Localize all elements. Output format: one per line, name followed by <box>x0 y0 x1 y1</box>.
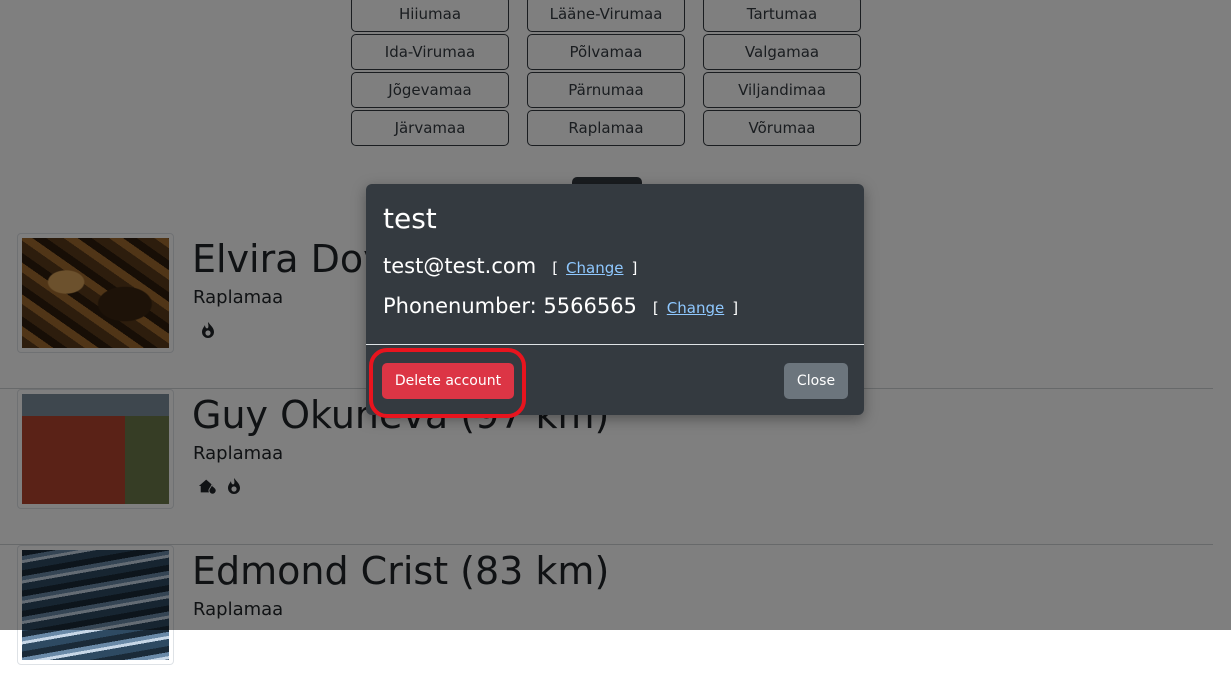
phone-value: Phonenumber: 5566565 <box>383 294 637 318</box>
close-button[interactable]: Close <box>784 363 848 399</box>
bracket-close: ] <box>631 259 638 277</box>
change-email-link[interactable]: Change <box>566 259 623 277</box>
modal-title: test <box>383 202 437 235</box>
phone-row: Phonenumber: 5566565 [ Change ] <box>383 294 746 318</box>
account-modal: test test@test.com [ Change ] Phonenumbe… <box>366 184 864 415</box>
bracket-open: [ <box>552 259 559 277</box>
bracket-close: ] <box>732 299 739 317</box>
email-value: test@test.com <box>383 254 537 278</box>
change-phone-link[interactable]: Change <box>667 299 724 317</box>
email-row: test@test.com [ Change ] <box>383 254 645 278</box>
modal-divider <box>366 344 864 345</box>
delete-account-button[interactable]: Delete account <box>382 363 514 399</box>
bracket-open: [ <box>652 299 659 317</box>
